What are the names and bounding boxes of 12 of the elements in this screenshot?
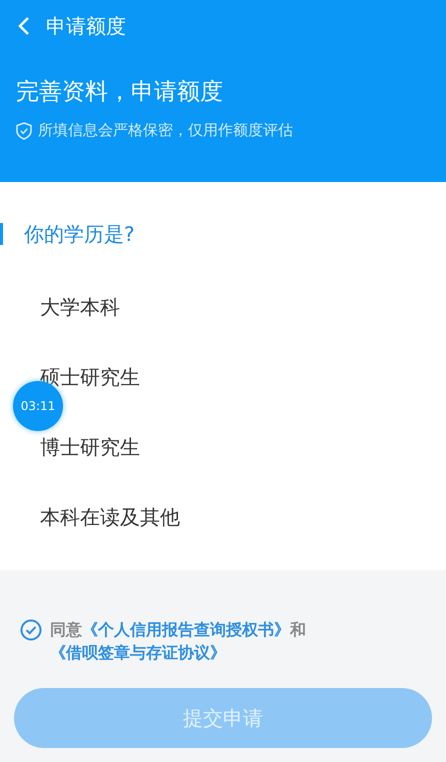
question-title: 你的学历是? (24, 220, 135, 248)
privacy-note: 所填信息会严格保密，仅用作额度评估 (38, 121, 293, 140)
page-title: 申请额度 (46, 12, 126, 40)
shield-check-icon (16, 122, 32, 140)
option-item[interactable]: 本科在读及其他 (40, 504, 180, 530)
header-heading: 完善资料，申请额度 (16, 78, 224, 107)
back-icon[interactable] (16, 15, 32, 37)
checkbox[interactable] (20, 619, 42, 641)
option-item[interactable]: 大学本科 (40, 294, 120, 320)
option-item[interactable]: 博士研究生 (40, 434, 140, 460)
agreement-text: 同意《个人信用报告查询授权书》和 《借呗签章与存证协议》 (50, 619, 307, 664)
question-marker (0, 223, 3, 245)
